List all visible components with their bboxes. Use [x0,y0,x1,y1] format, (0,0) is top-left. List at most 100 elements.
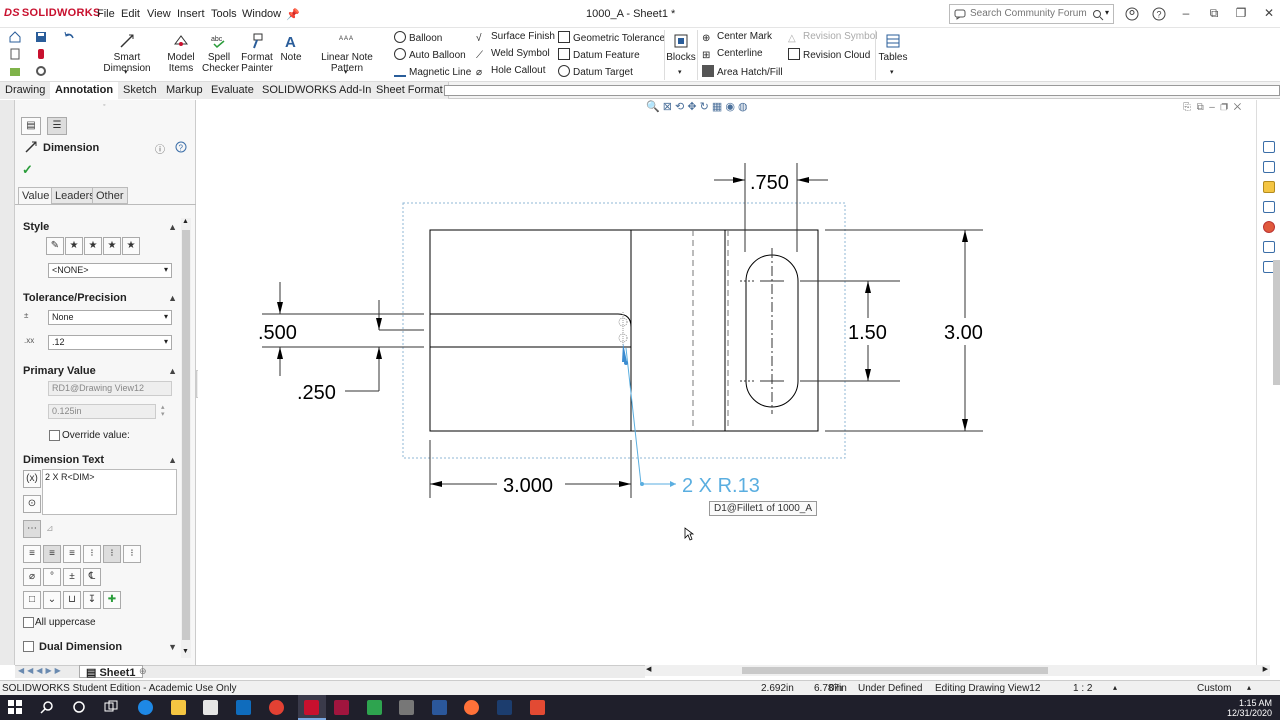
pin-icon[interactable]: 📌 [286,8,300,21]
tab-sketch[interactable]: Sketch [118,82,163,99]
app-icon-navy[interactable] [497,700,512,715]
depth-symbol-icon[interactable]: ↧ [83,591,101,609]
search-input[interactable] [970,8,1090,19]
align-right-icon[interactable]: ≡ [63,545,81,563]
dim-750-text[interactable]: .750 [750,172,789,194]
text-angle-icon[interactable]: ⊿ [46,523,54,534]
app-icon-green[interactable] [367,700,382,715]
appearances-icon[interactable] [1263,221,1275,233]
add-style-icon[interactable]: ★ [65,237,83,255]
undo-icon[interactable] [62,30,76,44]
firefox-icon[interactable] [464,700,479,715]
override-value-checkbox[interactable] [49,430,60,441]
panel-grip[interactable]: ◦ [103,102,105,109]
smart-dimension-dropdown-icon[interactable]: ▾ [124,68,128,76]
precision-combo[interactable]: .12 ▾ [48,335,172,350]
menu-edit[interactable]: Edit [121,8,140,20]
property-manager-tab-icon[interactable]: ▤ [21,117,41,135]
solidworks-logo[interactable]: DS SOLIDWORKS [4,7,101,19]
file-explorer-taskbar-icon[interactable] [171,700,186,715]
user-icon[interactable] [1125,7,1139,21]
add-parentheses-icon[interactable]: (x) [23,470,41,488]
sheet-nav-icons[interactable]: ◀◀◀▶▶ [18,666,64,675]
dual-dimension-expand-icon[interactable]: ▼ [168,642,177,652]
justify-bottom-icon[interactable]: ⁝ [123,545,141,563]
close-icon[interactable]: ✕ [1260,6,1278,20]
scale-dropdown-icon[interactable]: ▴ [1113,683,1117,692]
fillet-handle[interactable] [624,361,628,365]
tolerance-type-combo[interactable]: None ▾ [48,310,172,325]
align-left-icon[interactable]: ≡ [23,545,41,563]
load-style-icon[interactable]: ★ [122,237,140,255]
balloon-button[interactable]: Balloon [394,31,442,44]
app-icon-red[interactable] [334,700,349,715]
tab-value[interactable]: Value [18,187,54,204]
file-explorer-icon[interactable] [1263,181,1275,193]
geometric-tolerance-button[interactable]: Geometric Tolerance [558,31,665,44]
magnetic-line-button[interactable]: Magnetic Line [394,65,471,78]
outlook-icon[interactable] [236,700,251,715]
windows-start-icon[interactable] [8,700,22,714]
scroll-right-icon[interactable]: ▶ [1263,665,1268,673]
all-uppercase-checkbox[interactable] [23,617,34,628]
inspection-dimension-icon[interactable]: ⊙ [23,495,41,513]
scroll-down-icon[interactable]: ▼ [182,648,189,655]
minimize-button[interactable]: – [1177,6,1195,20]
dual-dimension-checkbox[interactable] [23,641,34,652]
menu-window[interactable]: Window [242,8,281,20]
weld-symbol-button[interactable]: ⟋ Weld Symbol [476,48,550,62]
ok-check-icon[interactable]: ✓ [22,162,33,178]
apply-style-icon[interactable]: ✎ [46,237,64,255]
help-icon[interactable]: ? [175,141,187,153]
update-style-icon[interactable]: ★ [84,237,102,255]
custom-properties-icon[interactable] [1263,241,1275,253]
search-box[interactable]: ▾ [949,4,1114,24]
dim-3000-text[interactable]: 3.000 [503,475,553,497]
tab-addins[interactable]: SOLIDWORKS Add-Ins [257,82,383,99]
tab-annotation[interactable]: Annotation [50,82,120,99]
dim-250-text[interactable]: .250 [297,382,336,404]
canvas-scrollbar-thumb[interactable] [742,667,1048,674]
help-icon[interactable]: ? [1152,7,1166,21]
print-icon[interactable] [34,47,48,61]
store-icon[interactable] [203,700,218,715]
more-symbols-icon[interactable]: ✚ [103,591,121,609]
dimension-text-collapse-icon[interactable]: ▲ [168,455,177,465]
counterbore-symbol-icon[interactable]: ⊔ [63,591,81,609]
dim-300-text[interactable]: 3.00 [944,322,983,344]
tab-drawing[interactable]: Drawing [0,82,52,99]
taskbar-search-icon[interactable] [40,700,54,714]
centerline-symbol-icon[interactable]: ℄ [83,568,101,586]
spell-checker-button[interactable]: abc Spell Checker [202,32,239,74]
menu-tools[interactable]: Tools [211,8,237,20]
revision-symbol-button[interactable]: △ Revision Symbol [788,31,877,45]
home-icon[interactable] [8,30,22,44]
feature-tree-tab-icon[interactable]: ☰ [47,117,67,135]
fillet-leader[interactable] [625,347,642,485]
tolerance-collapse-icon[interactable]: ▲ [168,293,177,303]
square-symbol-icon[interactable]: □ [23,591,41,609]
tab-other[interactable]: Other [92,187,128,204]
detailed-help-icon[interactable]: ⓘ [155,141,165,156]
datum-feature-button[interactable]: Datum Feature [558,48,640,61]
text-left-leader-icon[interactable]: ⋯ [23,520,41,538]
tab-sheet-format[interactable]: Sheet Format [371,82,449,99]
rebuild-icon[interactable] [8,64,22,78]
blocks-button[interactable]: Blocks [666,32,696,63]
linear-note-pattern-dropdown-icon[interactable]: ▾ [344,68,348,76]
save-style-icon[interactable]: ★ [103,237,121,255]
panel-scrollbar[interactable]: ▲ ▼ [181,218,191,658]
menu-view[interactable]: View [147,8,171,20]
blocks-dropdown-icon[interactable]: ▾ [678,68,682,76]
view-boundary[interactable] [402,202,846,459]
cortana-icon[interactable] [72,700,86,714]
dim-150-text[interactable]: 1.50 [848,322,887,344]
justify-top-icon[interactable]: ⁝ [83,545,101,563]
resources-icon[interactable] [1263,141,1275,153]
menu-insert[interactable]: Insert [177,8,205,20]
app-icon-orange[interactable] [530,700,545,715]
maximize-button[interactable]: ❐ [1232,6,1250,20]
edge-browser-icon[interactable] [138,700,153,715]
tables-dropdown-icon[interactable]: ▾ [890,68,894,76]
obround-slot[interactable] [745,254,799,408]
